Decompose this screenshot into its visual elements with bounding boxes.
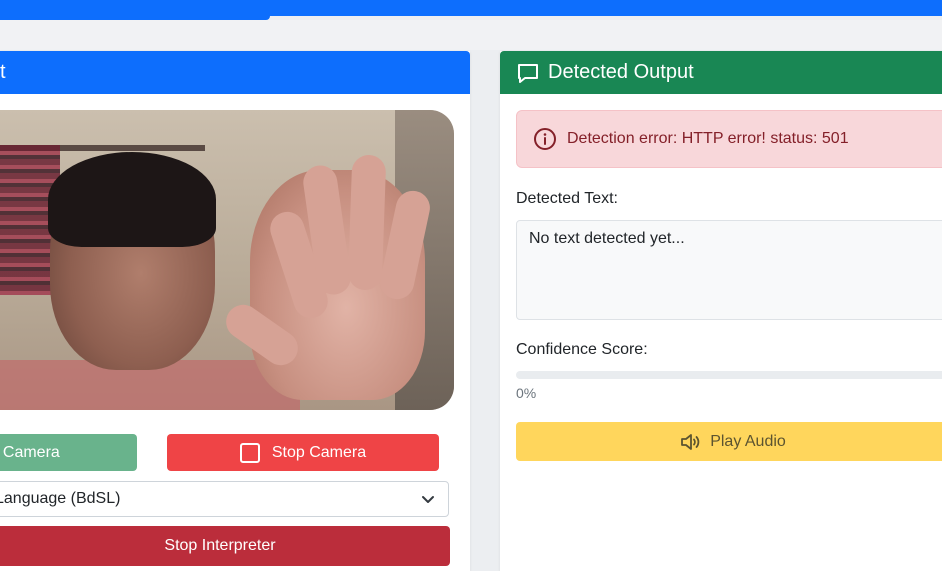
chat-square-icon — [516, 61, 540, 85]
confidence-label: Confidence Score: — [516, 341, 648, 358]
info-circle-icon — [533, 127, 557, 151]
start-camera-button[interactable]: t Camera — [0, 434, 137, 471]
camera-card-title: t — [0, 61, 6, 83]
play-audio-label: Play Audio — [710, 432, 786, 450]
stop-interpreter-label: Stop Interpreter — [164, 537, 276, 554]
play-audio-button[interactable]: Play Audio — [516, 422, 942, 461]
detected-text-output: No text detected yet... — [516, 220, 942, 320]
language-select[interactable]: Language (BdSL) — [0, 481, 449, 517]
output-card: Detected Output Detection error: HTTP er… — [500, 51, 942, 571]
camera-card-header: t — [0, 51, 470, 94]
camera-person-hair — [48, 152, 216, 247]
camera-finger — [347, 154, 387, 291]
stop-interpreter-button[interactable]: Stop Interpreter — [0, 526, 450, 566]
error-alert: Detection error: HTTP error! status: 501 — [516, 110, 942, 168]
detected-text-label: Detected Text: — [516, 190, 618, 207]
page-background — [0, 20, 942, 50]
confidence-percent: 0% — [516, 385, 537, 401]
detected-text-value: No text detected yet... — [529, 230, 685, 247]
start-camera-label: t Camera — [0, 443, 60, 461]
top-navbar — [0, 0, 942, 16]
confidence-progress-bar — [516, 371, 942, 379]
camera-feed — [0, 110, 454, 410]
square-icon — [239, 442, 260, 463]
language-select-value: Language (BdSL) — [0, 490, 121, 507]
output-card-title: Detected Output — [548, 61, 694, 83]
camera-card: t t Camera Stop Camera Language (BdSL) S… — [0, 51, 470, 571]
error-message: Detection error: HTTP error! status: 501 — [567, 130, 849, 147]
output-card-header: Detected Output — [500, 51, 942, 94]
stop-camera-label: Stop Camera — [271, 443, 367, 461]
stop-camera-button[interactable]: Stop Camera — [167, 434, 439, 471]
volume-icon — [678, 430, 702, 454]
chevron-down-icon — [420, 491, 436, 507]
